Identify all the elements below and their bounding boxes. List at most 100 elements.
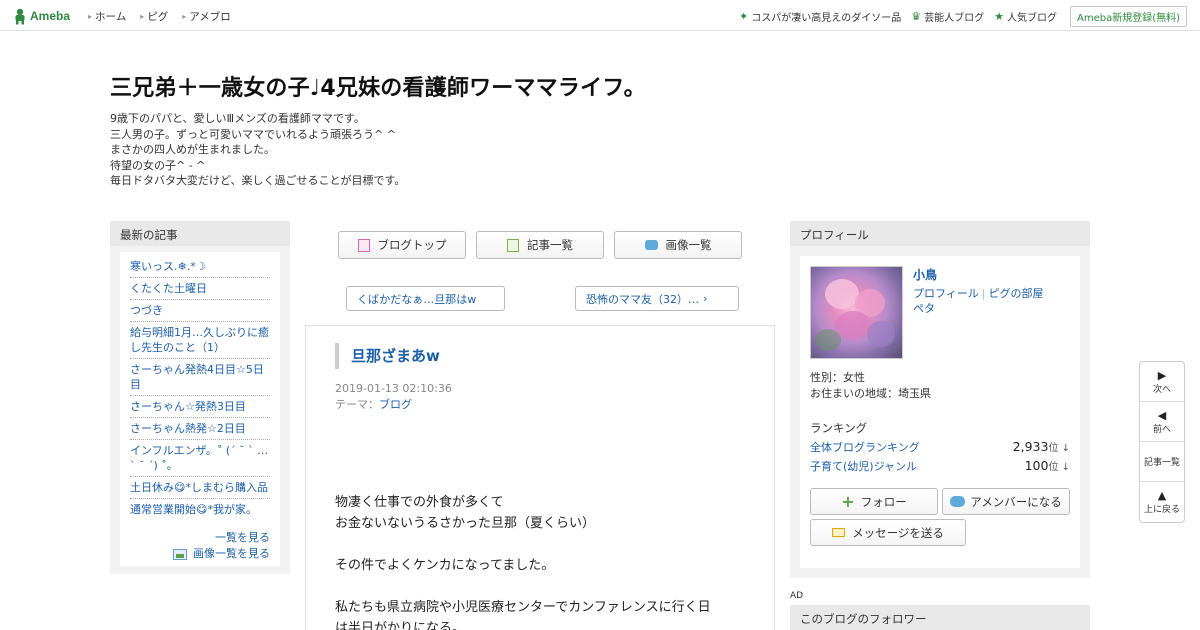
article-theme-label: テーマ： — [335, 397, 379, 411]
ad-label: AD — [790, 591, 804, 601]
article-list-label: 記事一覧 — [527, 238, 573, 252]
followers-heading: このブログのフォロワー — [790, 605, 1090, 630]
article-paragraph: 物凄く仕事での外食が多くて お金ないないうるさかった旦那（夏くらい） — [335, 492, 745, 534]
recent-article-link[interactable]: インフルエンザ。˚ (ˊ ˘ ˋ …ˋ ˘ ˊ) ˚。 — [130, 440, 270, 477]
crown-icon: ♛ — [911, 10, 922, 23]
article: 旦那ざまあw 2019-01-13 02:10:36 テーマ：ブログ 物凄く仕事… — [305, 325, 775, 630]
article-list-button[interactable]: 記事一覧 — [476, 231, 604, 259]
triangle-right-icon: ▶ — [1157, 368, 1167, 382]
recent-articles-body: 寒いっス.❄︎.*☽ くたくた土曜日 つづき 給与明細1月…久しぶりに癒し先生の… — [110, 246, 290, 574]
floating-nav: ▶ 次へ ◀ 前へ 記事一覧 ▲ 上に戻る — [1139, 361, 1185, 523]
float-article-list-button[interactable]: 記事一覧 — [1140, 442, 1184, 482]
article-title[interactable]: 旦那ざまあw — [335, 343, 745, 369]
daiso-topic-label: コスパが凄い高見えのダイソー品 — [751, 13, 902, 24]
blog-description-line: 毎日ドタバタ大変だけど、楽しく過ごせることが目標です。 — [110, 174, 406, 187]
ameba-logo[interactable]: Ameba — [13, 7, 70, 25]
recent-article-link[interactable]: くたくた土曜日 — [130, 278, 270, 300]
float-article-list-label: 記事一覧 — [1143, 458, 1180, 468]
blog-top-button[interactable]: ブログトップ — [338, 231, 466, 259]
profile-links: プロフィール | ピグの部屋 ペタ — [913, 286, 1063, 316]
avatar-bouquet-shape — [867, 321, 895, 347]
see-all-articles-link[interactable]: 一覧を見る — [215, 531, 270, 544]
pigg-room-link[interactable]: ピグの部屋 — [989, 287, 1044, 300]
recent-article-link[interactable]: さーちゃん☆発熱3日目 — [130, 396, 270, 418]
celebrity-blog-label: 芸能人ブログ — [924, 13, 985, 24]
popular-blog-label: 人気ブログ — [1006, 13, 1057, 24]
blog-top-label: ブログトップ — [377, 238, 447, 252]
article-date: 2019-01-13 02:10:36 — [335, 382, 452, 395]
profile-card: 小鳥 プロフィール | ピグの部屋 ペタ 性別：女性 お住まいの地域：埼玉県 ランキ… — [800, 256, 1080, 568]
nav-ameblo-link[interactable]: アメブロ — [182, 9, 230, 24]
send-message-button[interactable]: メッセージを送る — [810, 519, 966, 546]
daiso-topic-link[interactable]: ✦ コスパが凄い高見えのダイソー品 — [739, 9, 901, 24]
link-separator: | — [981, 287, 986, 300]
recent-article-link[interactable]: さーちゃん発熱4日目☆5日目 — [130, 359, 270, 396]
blog-description-line: まさかの四人めが生まれました。 — [110, 143, 275, 156]
avatar-bouquet-shape — [825, 279, 859, 309]
avatar-bouquet-shape — [835, 311, 871, 339]
image-list-button[interactable]: 画像一覧 — [614, 231, 742, 259]
ranking-unit: 位 ↓ — [1048, 462, 1070, 473]
amember-button[interactable]: アメンバーになる — [942, 488, 1070, 515]
image-list-label: 画像一覧 — [665, 238, 712, 252]
follow-label: フォロー — [860, 494, 907, 509]
sparkle-icon: ✦ — [739, 10, 749, 23]
amember-label: アメンバーになる — [970, 494, 1062, 509]
profile-region: お住まいの地域：埼玉県 — [810, 386, 931, 400]
chevron-right-icon: › — [703, 292, 708, 305]
global-nav: ホーム ピグ アメブロ — [88, 9, 245, 24]
popular-blog-link[interactable]: ★ 人気ブログ — [994, 9, 1057, 24]
ranking-value: 2,933 — [1012, 439, 1049, 454]
image-gallery-icon — [173, 548, 187, 560]
recent-article-link[interactable]: 給与明細1月…久しぶりに癒し先生のこと（1） — [130, 322, 270, 359]
article-line: は半日がかりになる。 — [335, 621, 466, 630]
article-theme-link[interactable]: ブログ — [379, 398, 412, 411]
blog-title[interactable]: 三兄弟＋一歳女の子♩4兄妹の看護師ワーママライフ。 — [110, 74, 1090, 104]
ranking-row: 全体ブログランキング 2,933位 ↓ — [810, 439, 1070, 455]
celebrity-blog-link[interactable]: ♛ 芸能人ブログ — [911, 9, 984, 24]
next-page-button[interactable]: ▶ 次へ — [1140, 362, 1184, 402]
see-image-list-link[interactable]: 画像一覧を見る — [193, 547, 270, 560]
recent-article-link[interactable]: 寒いっス.❄︎.*☽ — [130, 256, 270, 278]
recent-article-link[interactable]: 土日休み😋*しまむら購入品 — [130, 477, 270, 499]
article-line: お金ないないうるさかった旦那（夏くらい） — [335, 516, 596, 531]
global-header: Ameba ホーム ピグ アメブロ ✦ コスパが凄い高見えのダイソー品 ♛ 芸能… — [0, 0, 1200, 31]
nav-pigg-link[interactable]: ピグ — [140, 9, 168, 24]
star-icon: ★ — [994, 10, 1004, 23]
blog-description: 9歳下のパパと、愛しいⅢメンズの看護師ママです。 三人男の子。ずっと可愛いママで… — [110, 111, 1090, 189]
follow-button[interactable]: + フォロー — [810, 488, 938, 515]
nav-home-link[interactable]: ホーム — [88, 9, 126, 24]
ranking-unit: 位 ↓ — [1048, 443, 1070, 454]
camera-icon — [644, 240, 658, 250]
recent-article-link[interactable]: つづき — [130, 300, 270, 322]
article-paragraph: その件でよくケンカになってました。 — [335, 555, 745, 576]
send-message-label: メッセージを送る — [852, 525, 944, 540]
ameba-logo-text: Ameba — [30, 9, 71, 23]
avatar-bouquet-shape — [815, 329, 841, 351]
blog-menu: ブログトップ 記事一覧 画像一覧 — [338, 231, 752, 259]
triangle-up-icon: ▲ — [1157, 489, 1167, 502]
avatar[interactable] — [810, 266, 903, 359]
ameba-logo-icon — [13, 8, 27, 25]
peta-link[interactable]: ペタ — [913, 302, 935, 315]
next-page-label: 次へ — [1152, 384, 1171, 395]
article-line: その件でよくケンカになってました。 — [335, 558, 555, 573]
next-article-button[interactable]: 恐怖のママ友（32）… › — [575, 286, 739, 311]
recent-articles-sidebar: 最新の記事 寒いっス.❄︎.*☽ くたくた土曜日 つづき 給与明細1月…久しぶり… — [110, 221, 290, 574]
profile-info: 性別：女性 お住まいの地域：埼玉県 — [810, 370, 931, 401]
back-to-top-button[interactable]: ▲ 上に戻る — [1140, 482, 1184, 522]
article-line: 物凄く仕事での外食が多くて — [335, 495, 504, 510]
profile-link[interactable]: プロフィール — [913, 287, 979, 300]
prev-page-button[interactable]: ◀ 前へ — [1140, 402, 1184, 442]
recent-article-link[interactable]: さーちゃん熱発☆2日目 — [130, 418, 270, 440]
overall-ranking-link[interactable]: 全体ブログランキング — [810, 439, 920, 455]
blog-description-line: 三人男の子。ずっと可愛いママでいれるよう頑張ろう^ ^ — [110, 127, 396, 141]
article-body: 物凄く仕事での外食が多くて お金ないないうるさかった旦那（夏くらい） その件でよ… — [335, 492, 745, 630]
recent-article-link[interactable]: 通常営業開始😋*我が家。 — [130, 499, 270, 520]
register-button[interactable]: Ameba新規登録(無料) — [1069, 6, 1187, 27]
profile-name[interactable]: 小鳥 — [913, 266, 937, 283]
ranking-value: 100 — [1024, 458, 1049, 473]
genre-ranking-link[interactable]: 子育て(幼児)ジャンル — [810, 458, 917, 474]
previous-article-button[interactable]: くばかだなぁ…旦那はw — [346, 286, 505, 311]
back-to-top-label: 上に戻る — [1143, 505, 1180, 515]
